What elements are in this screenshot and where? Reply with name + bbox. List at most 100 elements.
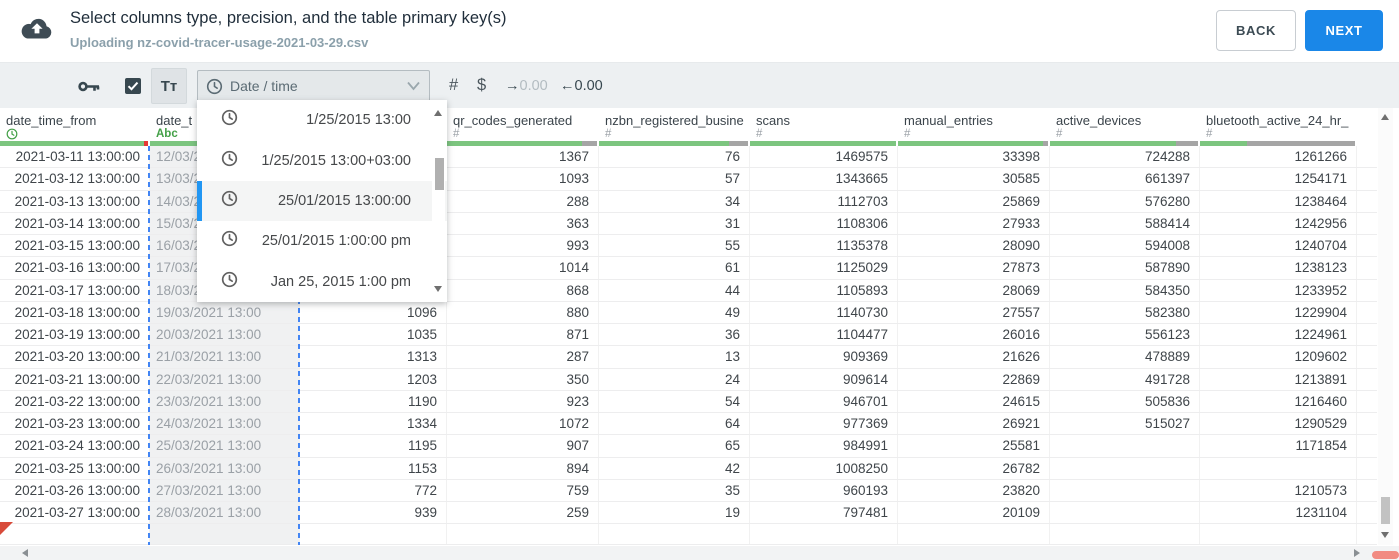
- column-header[interactable]: date_time_from: [0, 108, 150, 146]
- page-title: Select columns type, precision, and the …: [70, 9, 507, 27]
- primary-key-button[interactable]: [78, 80, 101, 93]
- table-cell: 2021-03-17 13:00:00: [0, 279, 150, 301]
- table-cell: 2021-03-22 13:00:00: [0, 390, 150, 412]
- column-header[interactable]: active_devices #: [1050, 108, 1200, 146]
- table-cell: 2021-03-14 13:00:00: [0, 212, 150, 234]
- dropdown-option[interactable]: 1/25/2015 13:00+03:00: [197, 140, 447, 180]
- dropdown-option[interactable]: Jan 25, 2015 1:00 pm: [197, 262, 447, 302]
- column-header[interactable]: manual_entries #: [898, 108, 1050, 146]
- table-cell: [150, 524, 300, 545]
- dropdown-option-label: Jan 25, 2015 1:00 pm: [270, 273, 411, 290]
- table-cell: 27933: [898, 212, 1050, 234]
- key-icon: [78, 81, 100, 92]
- table-cell: 2021-03-23 13:00:00: [0, 413, 150, 435]
- scroll-right-icon[interactable]: [1354, 549, 1360, 557]
- table-cell: 1125029: [750, 257, 898, 279]
- table-cell: 868: [447, 279, 599, 301]
- column-header[interactable]: scans #: [750, 108, 898, 146]
- table-cell: 64: [599, 413, 750, 435]
- scroll-up-icon[interactable]: [434, 110, 442, 116]
- table-cell: [0, 524, 150, 545]
- table-cell: 24/03/2021 13:00: [150, 413, 300, 435]
- table-cell: 907: [447, 435, 599, 457]
- datetime-format-dropdown: 1/25/2015 13:00 1/25/2015 13:00+03:00 25/0…: [197, 100, 447, 302]
- table-cell: 34: [599, 190, 750, 212]
- clock-icon: [206, 78, 223, 94]
- table-cell: 1008250: [750, 457, 898, 479]
- table-cell: 26/03/2021 13:00: [150, 457, 300, 479]
- table-cell: 576280: [1050, 190, 1200, 212]
- table-cell: 491728: [1050, 368, 1200, 390]
- column-name: scans: [756, 113, 790, 128]
- table-cell: 20/03/2021 13:00: [150, 324, 300, 346]
- number-type-label: #: [1056, 128, 1063, 140]
- back-button[interactable]: BACK: [1216, 10, 1296, 51]
- table-row: 2021-03-19 13:00:00 20/03/2021 13:00 1035 8…: [0, 324, 1377, 347]
- table-cell: 287: [447, 346, 599, 368]
- table-row: 2021-03-18 13:00:00 19/03/2021 13:00 1096 8…: [0, 301, 1377, 324]
- table-row: 2021-03-25 13:00:00 26/03/2021 13:00 1153 8…: [0, 457, 1377, 480]
- table-cell: 1229904: [1200, 301, 1357, 323]
- column-name: qr_codes_generated: [453, 113, 573, 128]
- dropdown-scrollbar[interactable]: [432, 102, 445, 300]
- vertical-scrollbar[interactable]: [1378, 108, 1393, 545]
- dropdown-scrollbar-thumb[interactable]: [435, 158, 444, 190]
- table-cell: 13: [599, 346, 750, 368]
- dropdown-option[interactable]: 1/25/2015 13:00: [197, 100, 447, 140]
- integer-type-button[interactable]: #: [449, 76, 458, 95]
- table-cell: 505836: [1050, 390, 1200, 412]
- table-cell: 1105893: [750, 279, 898, 301]
- table-cell: 1290529: [1200, 413, 1357, 435]
- table-cell: 556123: [1050, 324, 1200, 346]
- text-type-button[interactable]: Tт: [151, 68, 187, 104]
- column-header[interactable]: bluetooth_active_24_hr_ #: [1200, 108, 1357, 146]
- vertical-scrollbar-thumb[interactable]: [1381, 497, 1390, 524]
- number-type-label: #: [756, 128, 763, 140]
- scroll-down-icon[interactable]: [434, 286, 442, 292]
- table-cell: 2021-03-11 13:00:00: [0, 146, 150, 168]
- column-name: manual_entries: [904, 113, 993, 128]
- table-cell: 1014: [447, 257, 599, 279]
- table-cell: 25869: [898, 190, 1050, 212]
- column-header[interactable]: nzbn_registered_busine #: [599, 108, 750, 146]
- table-cell: 946701: [750, 390, 898, 412]
- table-cell: 19/03/2021 13:00: [150, 301, 300, 323]
- currency-type-button[interactable]: $: [477, 76, 486, 95]
- table-cell: 61: [599, 257, 750, 279]
- table-cell: 26921: [898, 413, 1050, 435]
- increase-precision-button[interactable]: → 0.00: [505, 78, 548, 94]
- dropdown-option[interactable]: 25/01/2015 1:00:00 pm: [197, 221, 447, 261]
- datetime-format-select[interactable]: Date / time: [197, 70, 430, 102]
- table-cell: 724288: [1050, 146, 1200, 168]
- table-cell: 24615: [898, 390, 1050, 412]
- scroll-left-icon[interactable]: [22, 549, 28, 557]
- table-cell: 588414: [1050, 212, 1200, 234]
- boolean-type-checkbox[interactable]: [125, 78, 141, 94]
- scroll-down-icon[interactable]: [1381, 532, 1389, 538]
- number-type-label: #: [453, 128, 460, 140]
- table-cell: 1072: [447, 413, 599, 435]
- table-cell: 22869: [898, 368, 1050, 390]
- dropdown-option[interactable]: 25/01/2015 13:00:00: [197, 180, 447, 222]
- next-button[interactable]: NEXT: [1305, 10, 1383, 51]
- table-cell: 76: [599, 146, 750, 168]
- table-cell: 19: [599, 502, 750, 524]
- table-cell: 1367: [447, 146, 599, 168]
- table-cell: 1231104: [1200, 502, 1357, 524]
- table-cell: 797481: [750, 502, 898, 524]
- table-cell: 1096: [300, 301, 447, 323]
- horizontal-scrollbar[interactable]: [0, 546, 1399, 560]
- scroll-up-icon[interactable]: [1381, 114, 1389, 120]
- table-cell: 35: [599, 479, 750, 501]
- table-cell: 33398: [898, 146, 1050, 168]
- table-cell: 2021-03-18 13:00:00: [0, 301, 150, 323]
- horizontal-scrollbar-thumb[interactable]: [1372, 551, 1399, 559]
- table-cell: 2021-03-16 13:00:00: [0, 257, 150, 279]
- column-header[interactable]: qr_codes_generated #: [447, 108, 599, 146]
- checkmark-icon: [127, 81, 139, 91]
- decrease-precision-button[interactable]: ← 0.00: [560, 78, 603, 94]
- table-cell: 27557: [898, 301, 1050, 323]
- table-cell: 27873: [898, 257, 1050, 279]
- table-cell: 1210573: [1200, 479, 1357, 501]
- table-cell: 880: [447, 301, 599, 323]
